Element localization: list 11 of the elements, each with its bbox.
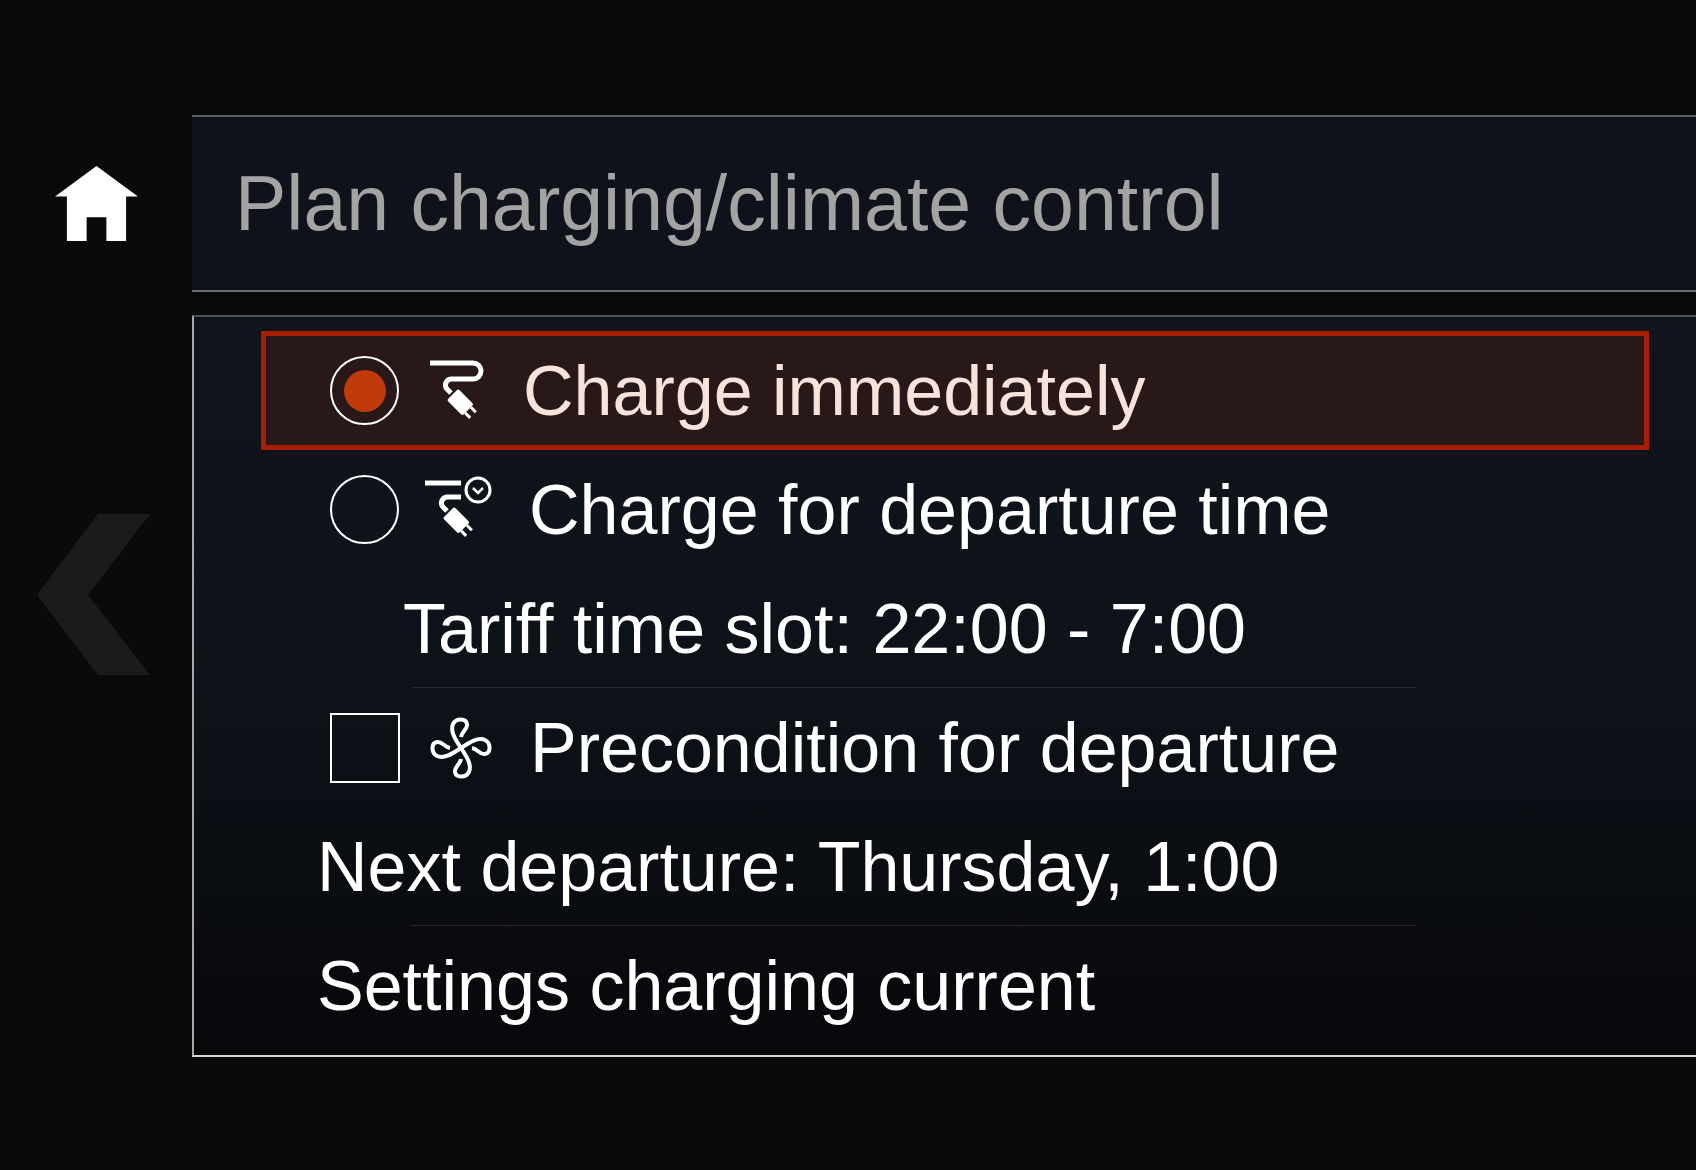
menu-item[interactable]: Precondition for departure bbox=[261, 688, 1345, 807]
radio-button[interactable] bbox=[330, 475, 399, 544]
checkbox[interactable] bbox=[330, 712, 400, 783]
detail-text: Tariff time slot: 22:00 - 7:00 bbox=[402, 588, 1247, 670]
menu-item[interactable]: Charge immediately bbox=[261, 331, 1649, 450]
menu-item[interactable]: Settings charging current bbox=[261, 926, 1101, 1045]
menu-item[interactable]: Charge for departure time bbox=[261, 450, 1336, 569]
screen-title: Plan charging/climate control bbox=[235, 159, 1224, 249]
radio-button[interactable] bbox=[330, 356, 399, 425]
home-icon[interactable] bbox=[54, 166, 138, 241]
menu-item[interactable]: Next departure: Thursday, 1:00 bbox=[261, 807, 1285, 926]
